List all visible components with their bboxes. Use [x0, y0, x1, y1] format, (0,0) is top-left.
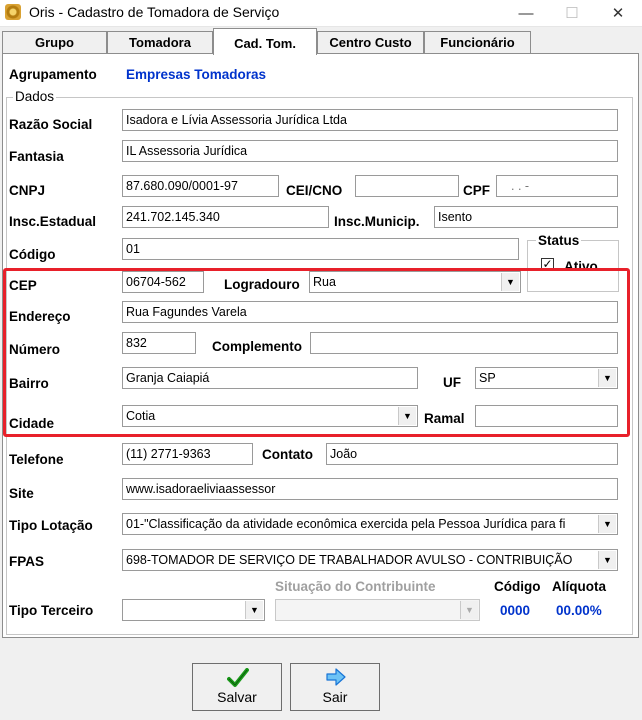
tab-tomadora[interactable]: Tomadora [107, 31, 213, 53]
dados-title: Dados [13, 89, 57, 104]
window-title: Oris - Cadastro de Tomadora de Serviço [29, 4, 280, 20]
tipo-lotacao-label: Tipo Lotação [9, 518, 93, 533]
numero-input[interactable]: 832 [122, 332, 196, 354]
tipo-terceiro-select[interactable]: ▼ [122, 599, 265, 621]
close-button[interactable]: ✕ [595, 0, 641, 26]
chevron-down-icon[interactable]: ▼ [598, 515, 616, 533]
site-input[interactable]: www.isadoraeliviaassessor [122, 478, 618, 500]
sair-label: Sair [322, 689, 348, 705]
logradouro-value: Rua [313, 275, 336, 289]
logradouro-label: Logradouro [224, 277, 300, 292]
insc-municip-input[interactable]: Isento [434, 206, 618, 228]
cidade-value: Cotia [126, 409, 156, 423]
chevron-down-icon[interactable]: ▼ [598, 551, 616, 569]
cnpj-label: CNPJ [9, 183, 46, 198]
fpas-select[interactable]: 698-TOMADOR DE SERVIÇO DE TRABALHADOR AV… [122, 549, 618, 571]
chevron-down-icon[interactable]: ▼ [460, 601, 478, 619]
contato-input[interactable]: João [326, 443, 618, 465]
telefone-label: Telefone [9, 452, 64, 467]
insc-estadual-input[interactable]: 241.702.145.340 [122, 206, 329, 228]
aliquota-value: 00.00% [556, 603, 602, 618]
cei-cno-input[interactable] [355, 175, 459, 197]
fantasia-input[interactable]: IL Assessoria Jurídica [122, 140, 618, 162]
agrupamento-value: Empresas Tomadoras [126, 67, 267, 82]
site-label: Site [9, 486, 34, 501]
chevron-down-icon[interactable]: ▼ [398, 407, 416, 425]
cep-input[interactable]: 06704-562 [122, 271, 204, 293]
chevron-down-icon[interactable]: ▼ [501, 273, 519, 291]
cpf-input[interactable]: . . - [496, 175, 618, 197]
codigo-terceiro-label: Código [494, 579, 541, 594]
ativo-label: Ativo [564, 259, 598, 274]
codigo-label: Código [9, 247, 56, 262]
uf-select[interactable]: SP ▼ [475, 367, 618, 389]
endereco-input[interactable]: Rua Fagundes Varela [122, 301, 618, 323]
fantasia-label: Fantasia [9, 149, 64, 164]
app-icon [5, 4, 21, 20]
cep-label: CEP [9, 278, 37, 293]
situacao-contribuinte-select[interactable]: ▼ [275, 599, 480, 621]
codigo-terceiro-value: 0000 [500, 603, 531, 618]
codigo-input[interactable]: 01 [122, 238, 519, 260]
checkmark-icon [227, 668, 249, 687]
arrow-right-icon [326, 668, 346, 686]
numero-label: Número [9, 342, 61, 357]
ativo-checkbox[interactable]: ✓ [541, 258, 554, 271]
salvar-label: Salvar [217, 689, 257, 705]
logradouro-select[interactable]: Rua ▼ [309, 271, 521, 293]
ramal-label: Ramal [424, 411, 465, 426]
fpas-value: 698-TOMADOR DE SERVIÇO DE TRABALHADOR AV… [126, 553, 573, 567]
complemento-label: Complemento [212, 339, 303, 354]
ramal-input[interactable] [475, 405, 618, 427]
tab-funcionario[interactable]: Funcionário [424, 31, 531, 53]
endereco-label: Endereço [9, 309, 71, 324]
telefone-input[interactable]: (11) 2771-9363 [122, 443, 253, 465]
razao-social-input[interactable]: Isadora e Lívia Assessoria Jurídica Ltda [122, 109, 618, 131]
maximize-button[interactable]: ☐ [549, 0, 595, 26]
chevron-down-icon[interactable]: ▼ [598, 369, 616, 387]
complemento-input[interactable] [310, 332, 618, 354]
minimize-button[interactable]: — [503, 0, 549, 26]
uf-label: UF [443, 375, 461, 390]
chevron-down-icon[interactable]: ▼ [245, 601, 263, 619]
tab-cad-tom[interactable]: Cad. Tom. [213, 28, 317, 55]
cei-cno-label: CEI/CNO [286, 183, 343, 198]
bairro-input[interactable]: Granja Caiapiá [122, 367, 418, 389]
cidade-label: Cidade [9, 416, 55, 431]
tipo-lotacao-value: 01-"Classificação da atividade econômica… [126, 517, 566, 531]
tab-centro-custo[interactable]: Centro Custo [317, 31, 424, 53]
agrupamento-label: Agrupamento [9, 67, 97, 82]
cpf-label: CPF [463, 183, 490, 198]
insc-municip-label: Insc.Municip. [334, 214, 420, 229]
tipo-lotacao-select[interactable]: 01-"Classificação da atividade econômica… [122, 513, 618, 535]
tipo-terceiro-label: Tipo Terceiro [9, 603, 94, 618]
sair-button[interactable]: Sair [290, 663, 380, 711]
cidade-select[interactable]: Cotia ▼ [122, 405, 418, 427]
aliquota-label: Alíquota [552, 579, 606, 594]
razao-social-label: Razão Social [9, 117, 93, 132]
bairro-label: Bairro [9, 376, 49, 391]
insc-estadual-label: Insc.Estadual [9, 214, 97, 229]
status-title: Status [536, 233, 582, 248]
uf-value: SP [479, 371, 496, 385]
fpas-label: FPAS [9, 554, 45, 569]
cnpj-input[interactable]: 87.680.090/0001-97 [122, 175, 279, 197]
tab-grupo[interactable]: Grupo [2, 31, 107, 53]
situacao-contribuinte-label: Situação do Contribuinte [275, 579, 436, 594]
contato-label: Contato [262, 447, 313, 462]
salvar-button[interactable]: Salvar [192, 663, 282, 711]
